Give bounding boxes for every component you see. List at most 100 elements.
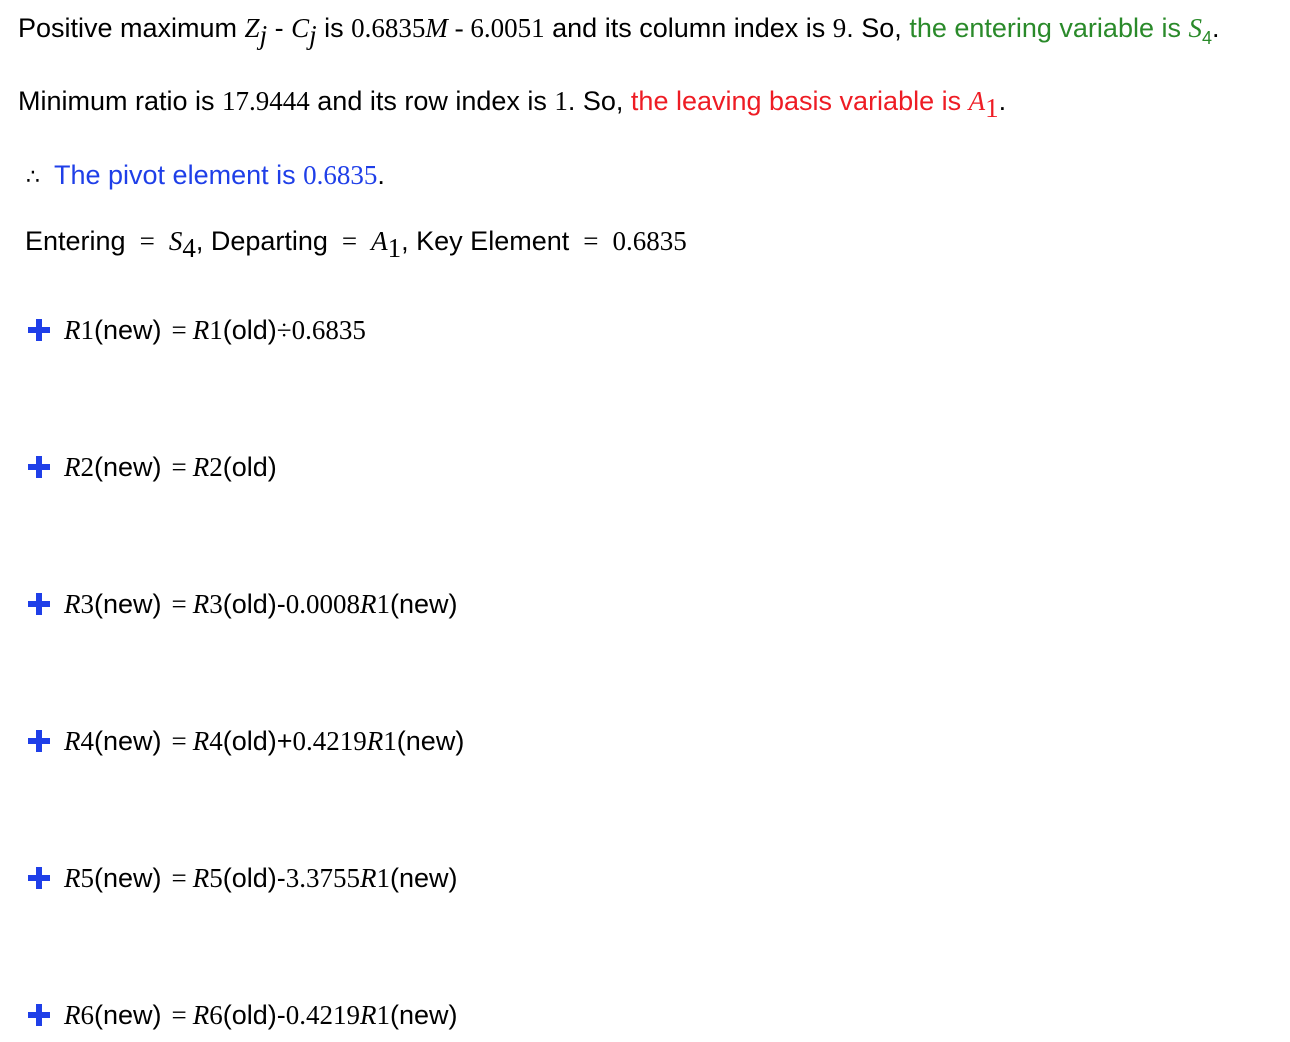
- row-coefficient: 0.4219: [292, 726, 367, 756]
- row-var: R: [366, 726, 384, 756]
- departing-summary-sub: 1: [387, 233, 402, 263]
- row-new: (new): [94, 589, 162, 619]
- entering-var-sub: 4: [1201, 28, 1212, 48]
- row-index: 1: [554, 86, 568, 116]
- plus-icon[interactable]: [28, 593, 50, 615]
- text: . So,: [846, 13, 910, 43]
- summary-line: Entering = S4, Departing = A1, Key Element = 0…: [25, 223, 687, 262]
- entering-highlight: the entering variable is: [909, 13, 1189, 43]
- row-operation-6: R 6 (new) = R 6 (old) - 0.4219 R 1 (new): [28, 995, 458, 1035]
- row-new: (new): [94, 863, 162, 893]
- equals: =: [341, 226, 358, 256]
- row-operator: ÷: [276, 315, 292, 345]
- equals: =: [171, 452, 187, 482]
- row-old: (old): [222, 315, 277, 345]
- row-var: R: [192, 589, 210, 619]
- equals: =: [171, 1000, 187, 1030]
- row-coefficient: 3.3755: [285, 863, 361, 893]
- row-coefficient: 0.6835: [291, 315, 366, 345]
- row-var: R: [64, 1000, 81, 1030]
- row-operator: +: [276, 726, 293, 756]
- math-var: C: [291, 13, 310, 43]
- row-new: (new): [396, 726, 465, 756]
- text: Minimum ratio is: [18, 86, 223, 116]
- text: and its column index is: [544, 13, 833, 43]
- text: .: [377, 160, 385, 190]
- row-var: R: [64, 589, 81, 619]
- plus-icon[interactable]: [28, 1004, 50, 1026]
- row-old: (old): [222, 452, 277, 482]
- row-operator: -: [276, 589, 286, 619]
- row-var: R: [192, 315, 210, 345]
- row-new: (new): [390, 589, 458, 619]
- row-new: (new): [94, 452, 162, 482]
- row-var: R: [192, 726, 210, 756]
- departing-summary-var: A: [371, 226, 388, 256]
- row-new: (new): [94, 726, 162, 756]
- leaving-var: A: [968, 86, 986, 116]
- text: Positive maximum: [18, 13, 245, 43]
- key-element-label: Key Element: [408, 226, 570, 256]
- row-var: R: [64, 452, 81, 482]
- entering-label: Entering: [25, 226, 126, 256]
- column-index: 9: [832, 13, 847, 43]
- comma: ,: [401, 226, 409, 256]
- math-var: M: [425, 13, 448, 43]
- row-var: R: [64, 863, 81, 893]
- plus-icon[interactable]: [28, 456, 50, 478]
- row-operation-1: R 1 (new) = R 1 (old) ÷ 0.6835: [28, 310, 366, 350]
- key-element-value: 0.6835: [612, 226, 687, 256]
- row-var: R: [360, 863, 377, 893]
- row-var: R: [64, 315, 81, 345]
- departing-label: Departing: [203, 226, 328, 256]
- row-operation-3: R 3 (new) = R 3 (old) - 0.0008 R 1 (new): [28, 584, 458, 624]
- math-sub: j: [309, 20, 317, 50]
- min-ratio: 17.9444: [222, 86, 310, 116]
- plus-icon[interactable]: [28, 867, 50, 889]
- pivot-element-statement: ∴ The pivot element is 0.6835.: [18, 157, 385, 195]
- equals: =: [171, 863, 187, 893]
- text: -: [267, 13, 292, 43]
- row-var: R: [192, 863, 210, 893]
- plus-icon[interactable]: [28, 319, 50, 341]
- equals: =: [171, 315, 187, 345]
- equals: =: [139, 226, 155, 256]
- leaving-var-sub: 1: [985, 93, 999, 123]
- row-new: (new): [390, 1000, 458, 1030]
- text: . So,: [567, 86, 631, 116]
- math-sub: j: [259, 20, 268, 50]
- pivot-value: 0.6835: [303, 160, 378, 190]
- pivot-text: The pivot element is: [54, 160, 304, 190]
- row-old: (old): [222, 589, 277, 619]
- entering-summary-sub: 4: [182, 233, 196, 263]
- row-var: R: [360, 589, 377, 619]
- text: is: [316, 13, 352, 43]
- math-var: Z: [244, 13, 260, 43]
- row-var: R: [360, 1000, 377, 1030]
- row-new: (new): [94, 1000, 162, 1030]
- entering-var: S: [1188, 13, 1202, 43]
- row-operator: -: [276, 863, 286, 893]
- leaving-variable-statement: Minimum ratio is 17.9444 and its row ind…: [18, 83, 1006, 122]
- text: and its row index is: [309, 86, 555, 116]
- entering-summary-var: S: [168, 226, 183, 256]
- row-old: (old): [222, 863, 277, 893]
- row-coefficient: 0.4219: [285, 1000, 361, 1030]
- plus-icon[interactable]: [28, 730, 50, 752]
- math-value: - 6.0051: [447, 13, 545, 43]
- equals: =: [171, 589, 187, 619]
- row-var: R: [192, 1000, 210, 1030]
- row-coefficient: 0.0008: [285, 589, 361, 619]
- leaving-highlight: the leaving basis variable is: [630, 86, 969, 116]
- text: .: [1212, 13, 1220, 43]
- row-operator: -: [276, 1000, 286, 1030]
- therefore-symbol: ∴: [26, 164, 40, 189]
- row-var: R: [192, 452, 210, 482]
- equals: =: [583, 226, 599, 256]
- row-new: (new): [390, 863, 458, 893]
- entering-variable-statement: Positive maximum Zj - Cj is 0.6835M - 6.…: [18, 10, 1220, 49]
- row-operation-2: R 2 (new) = R 2 (old): [28, 447, 277, 487]
- row-old: (old): [222, 726, 277, 756]
- row-new: (new): [94, 315, 162, 345]
- row-var: R: [64, 726, 81, 756]
